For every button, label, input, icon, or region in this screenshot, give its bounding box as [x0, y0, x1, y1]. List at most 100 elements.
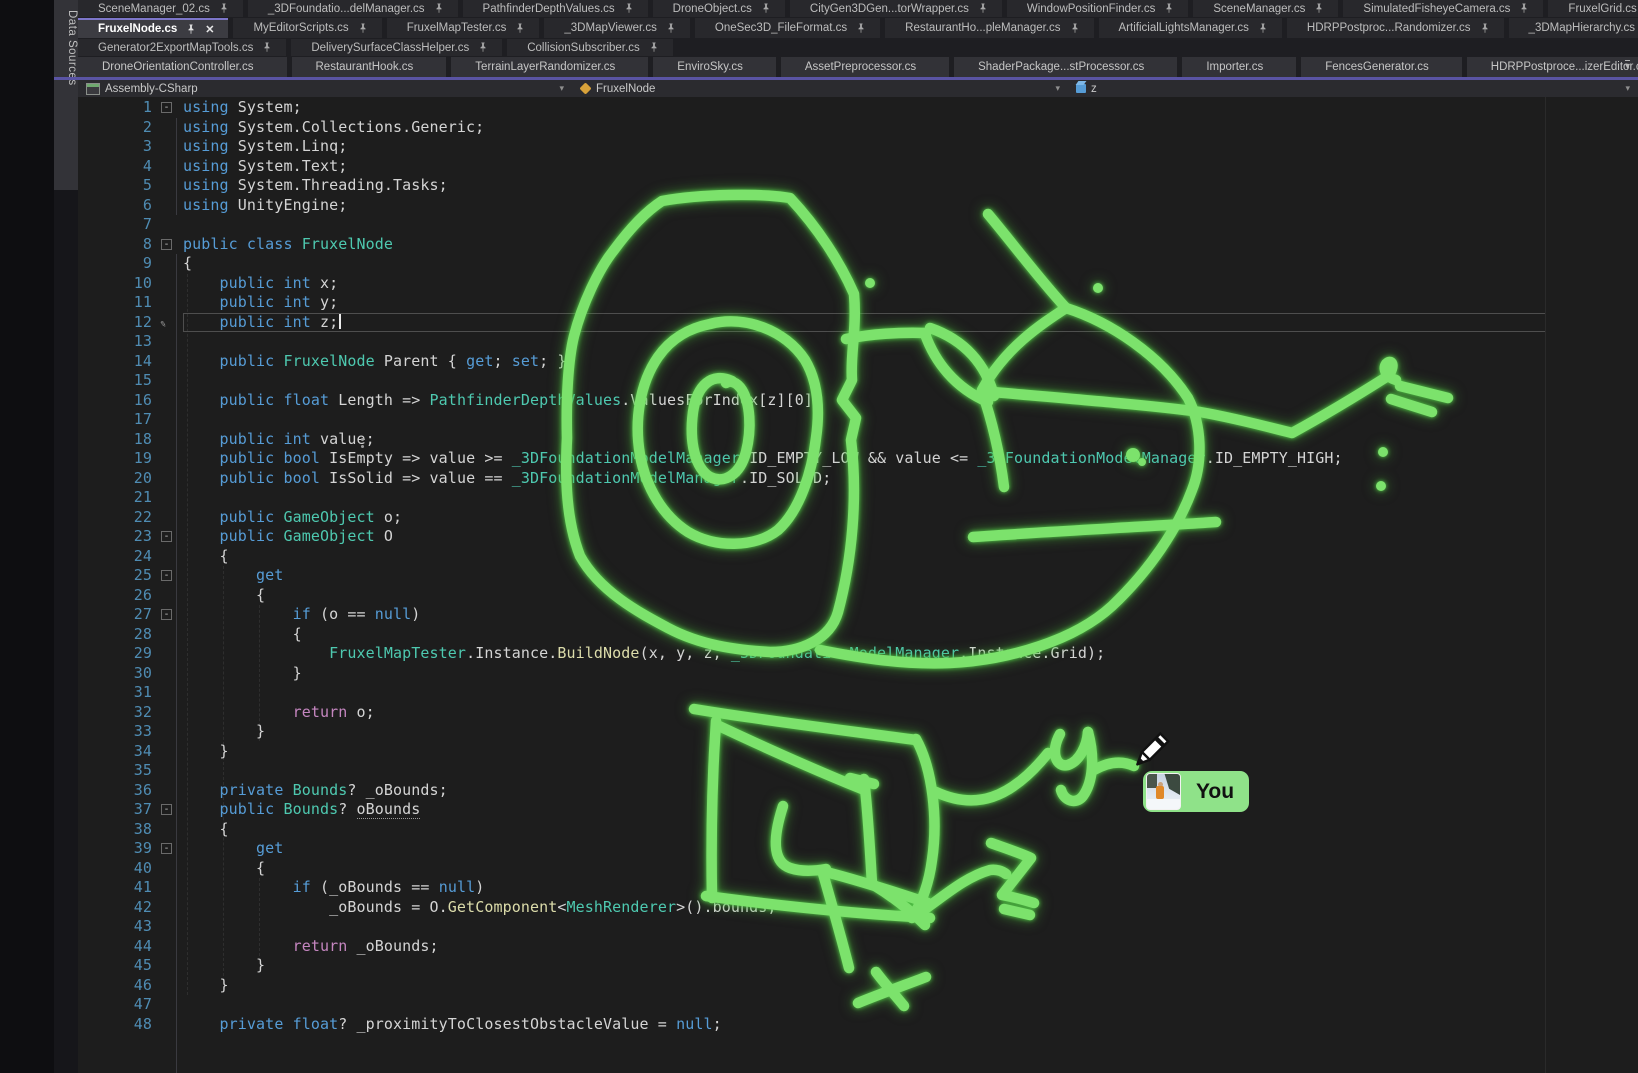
tab-overflow-icon[interactable]: ▾ — [1625, 60, 1630, 73]
pin-icon[interactable] — [1164, 2, 1174, 15]
code-line-21[interactable]: 21 — [78, 488, 1638, 508]
code-line-47[interactable]: 47 — [78, 995, 1638, 1015]
tab-MyEditorScripts.cs[interactable]: MyEditorScripts.cs — [233, 18, 381, 38]
pin-icon[interactable] — [478, 41, 488, 54]
tab-SimulatedFisheyeCamera.cs[interactable]: SimulatedFisheyeCamera.cs — [1343, 0, 1543, 17]
tab-OneSec3D_FileFormat.cs[interactable]: OneSec3D_FileFormat.cs — [695, 18, 880, 38]
tab-WindowPositionFinder.cs[interactable]: WindowPositionFinder.cs — [1007, 0, 1188, 17]
tab-RestaurantHook.cs[interactable]: RestaurantHook.cs — [292, 57, 447, 77]
pin-icon[interactable] — [649, 41, 659, 54]
tab-ShaderPackage...stProcessor.cs[interactable]: ShaderPackage...stProcessor.cs — [954, 57, 1177, 77]
code-line-19[interactable]: 19 public bool IsEmpty => value >= _3DFo… — [78, 449, 1638, 469]
fold-collapse-box[interactable]: - — [161, 239, 172, 250]
code-line-17[interactable]: 17 — [78, 410, 1638, 430]
tab-RestaurantHo...pleManager.cs[interactable]: RestaurantHo...pleManager.cs — [885, 18, 1093, 38]
code-line-39[interactable]: 39- get — [78, 839, 1638, 859]
code-line-35[interactable]: 35 — [78, 761, 1638, 781]
pin-icon[interactable] — [358, 22, 368, 35]
tab-FencesGenerator.cs[interactable]: FencesGenerator.cs — [1301, 57, 1462, 77]
code-line-25[interactable]: 25- get — [78, 566, 1638, 586]
chevron-down-icon[interactable]: ▾ — [1625, 83, 1630, 94]
code-line-8[interactable]: 8-public class FruxelNode — [78, 235, 1638, 255]
code-editor[interactable]: 1-using System;2using System.Collections… — [78, 97, 1638, 1073]
code-line-18[interactable]: 18 public int value; — [78, 430, 1638, 450]
tab-TerrainLayerRandomizer.cs[interactable]: TerrainLayerRandomizer.cs — [451, 57, 648, 77]
tab-_3DMapViewer.cs[interactable]: _3DMapViewer.cs — [544, 18, 689, 38]
code-line-1[interactable]: 1-using System; — [78, 98, 1638, 118]
fold-collapse-box[interactable]: - — [161, 609, 172, 620]
code-line-38[interactable]: 38 { — [78, 820, 1638, 840]
pin-icon[interactable] — [1314, 2, 1324, 15]
code-line-22[interactable]: 22 public GameObject o; — [78, 508, 1638, 528]
code-line-37[interactable]: 37- public Bounds? oBounds — [78, 800, 1638, 820]
code-line-44[interactable]: 44 return _oBounds; — [78, 937, 1638, 957]
fold-margin[interactable]: - — [152, 800, 183, 820]
fold-margin[interactable]: - — [152, 235, 183, 255]
code-line-46[interactable]: 46 } — [78, 976, 1638, 996]
data-sources-vertical-tab[interactable]: Data Sources — [54, 0, 78, 190]
tab-SceneManager_02.cs[interactable]: SceneManager_02.cs — [78, 0, 243, 17]
code-line-10[interactable]: 10 public int x; — [78, 274, 1638, 294]
tab-Generator2ExportMapTools.cs[interactable]: Generator2ExportMapTools.cs — [78, 39, 286, 56]
fold-collapse-box[interactable]: - — [161, 531, 172, 542]
breadcrumb-type[interactable]: FruxelNode ▾ — [572, 80, 1068, 97]
tab-_3DMapHierarchy.cs[interactable]: _3DMapHierarchy.cs — [1509, 18, 1638, 38]
tab-DroneObject.cs[interactable]: DroneObject.cs — [653, 0, 785, 17]
code-line-24[interactable]: 24 { — [78, 547, 1638, 567]
code-line-31[interactable]: 31 — [78, 683, 1638, 703]
tab-FruxelGrid.cs[interactable]: FruxelGrid.cs — [1548, 0, 1638, 17]
tab-HDRPPostproce...izerEditor.cs[interactable]: HDRPPostproce...izerEditor.cs — [1467, 57, 1638, 77]
code-line-5[interactable]: 5using System.Threading.Tasks; — [78, 176, 1638, 196]
code-line-34[interactable]: 34 } — [78, 742, 1638, 762]
code-line-27[interactable]: 27- if (o == null) — [78, 605, 1638, 625]
tab-DroneOrientationController.cs[interactable]: DroneOrientationController.cs — [78, 57, 287, 77]
tab-CityGen3DGen...torWrapper.cs[interactable]: CityGen3DGen...torWrapper.cs — [790, 0, 1002, 17]
pin-icon[interactable] — [761, 2, 771, 15]
code-line-11[interactable]: 11 public int y; — [78, 293, 1638, 313]
tab-_3DFoundatio...delManager.cs[interactable]: _3DFoundatio...delManager.cs — [248, 0, 458, 17]
pin-icon[interactable] — [666, 22, 676, 35]
tab-EnviroSky.cs[interactable]: EnviroSky.cs — [653, 57, 776, 77]
code-line-43[interactable]: 43 — [78, 917, 1638, 937]
code-line-40[interactable]: 40 { — [78, 859, 1638, 879]
code-line-30[interactable]: 30 } — [78, 664, 1638, 684]
pin-icon[interactable] — [1480, 22, 1490, 35]
pin-icon[interactable] — [624, 2, 634, 15]
code-line-41[interactable]: 41 if (_oBounds == null) — [78, 878, 1638, 898]
tab-CollisionSubscriber.cs[interactable]: CollisionSubscriber.cs — [507, 39, 673, 56]
code-line-13[interactable]: 13 — [78, 332, 1638, 352]
code-line-20[interactable]: 20 public bool IsSolid => value == _3DFo… — [78, 469, 1638, 489]
fold-collapse-box[interactable]: - — [161, 570, 172, 581]
pin-icon[interactable] — [219, 2, 229, 15]
pin-icon[interactable] — [978, 2, 988, 15]
fold-margin[interactable]: - — [152, 98, 183, 118]
code-line-42[interactable]: 42 _oBounds = O.GetComponent<MeshRendere… — [78, 898, 1638, 918]
pin-icon[interactable] — [856, 22, 866, 35]
tab-FruxelNode.cs[interactable]: FruxelNode.cs✕ — [78, 18, 228, 38]
close-icon[interactable]: ✕ — [205, 23, 214, 36]
code-line-3[interactable]: 3using System.Linq; — [78, 137, 1638, 157]
code-line-6[interactable]: 6using UnityEngine; — [78, 196, 1638, 216]
tab-ArtificialLightsManager.cs[interactable]: ArtificialLightsManager.cs — [1099, 18, 1282, 38]
code-line-12[interactable]: 12✎ public int z; — [78, 313, 1638, 333]
fold-collapse-box[interactable]: - — [161, 843, 172, 854]
code-line-23[interactable]: 23- public GameObject O — [78, 527, 1638, 547]
tab-PathfinderDepthValues.cs[interactable]: PathfinderDepthValues.cs — [463, 0, 648, 17]
fold-margin[interactable]: - — [152, 527, 183, 547]
code-line-32[interactable]: 32 return o; — [78, 703, 1638, 723]
fold-margin[interactable]: - — [152, 839, 183, 859]
code-line-14[interactable]: 14 public FruxelNode Parent { get; set; … — [78, 352, 1638, 372]
code-line-2[interactable]: 2using System.Collections.Generic; — [78, 118, 1638, 138]
tab-SceneManager.cs[interactable]: SceneManager.cs — [1193, 0, 1338, 17]
code-line-28[interactable]: 28 { — [78, 625, 1638, 645]
tab-DeliverySurfaceClassHelper.cs[interactable]: DeliverySurfaceClassHelper.cs — [291, 39, 502, 56]
code-line-36[interactable]: 36 private Bounds? _oBounds; — [78, 781, 1638, 801]
pin-icon[interactable] — [186, 23, 196, 36]
code-line-7[interactable]: 7 — [78, 215, 1638, 235]
tab-FruxelMapTester.cs[interactable]: FruxelMapTester.cs — [387, 18, 540, 38]
fold-margin[interactable]: - — [152, 566, 183, 586]
breadcrumb-member[interactable]: z ▾ — [1068, 80, 1638, 97]
code-line-4[interactable]: 4using System.Text; — [78, 157, 1638, 177]
fold-margin[interactable]: - — [152, 605, 183, 625]
code-line-29[interactable]: 29 FruxelMapTester.Instance.BuildNode(x,… — [78, 644, 1638, 664]
